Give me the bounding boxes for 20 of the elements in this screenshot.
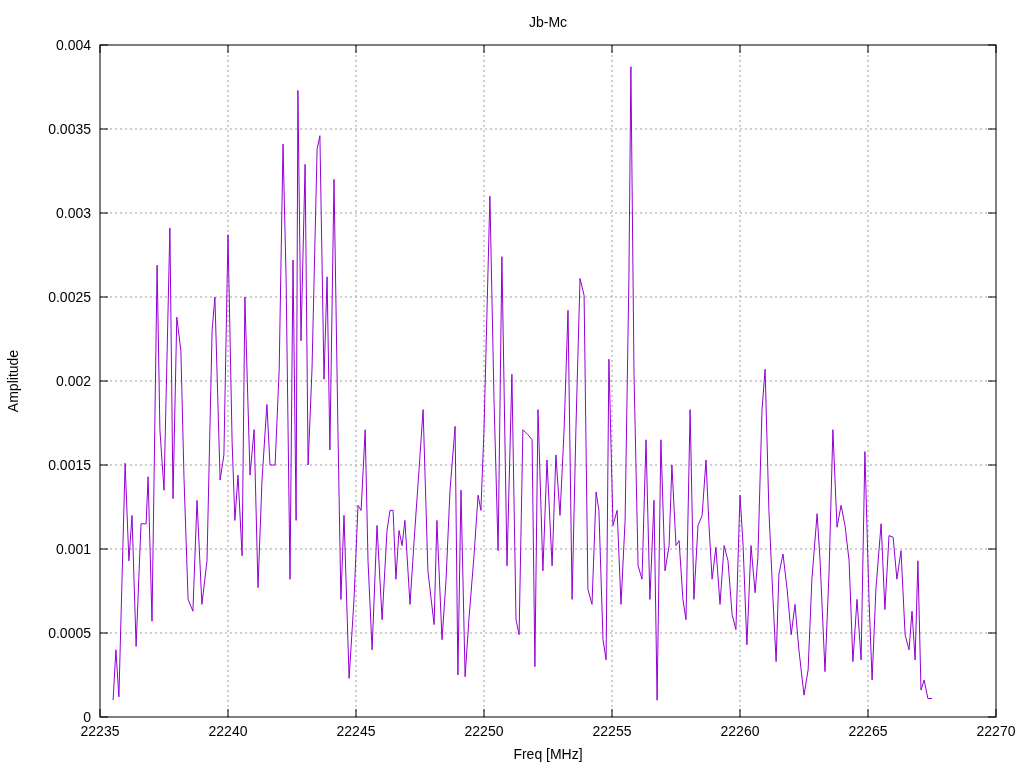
y-tick-label: 0.0025 — [48, 289, 91, 305]
x-axis-label: Freq [MHz] — [513, 746, 583, 762]
y-axis-label: Amplitude — [5, 349, 21, 413]
y-tick-label: 0.001 — [55, 541, 91, 557]
x-tick-label: 22240 — [208, 723, 248, 739]
x-tick-label: 22235 — [80, 723, 120, 739]
x-tick-label: 22245 — [336, 723, 376, 739]
y-tick-label: 0.0015 — [48, 457, 91, 473]
x-tick-label: 22265 — [848, 723, 888, 739]
y-tick-label: 0 — [83, 709, 91, 725]
y-tick-label: 0.003 — [55, 205, 91, 221]
y-tick-label: 0.0035 — [48, 121, 91, 137]
x-tick-label: 22250 — [464, 723, 504, 739]
x-tick-label: 22270 — [976, 723, 1016, 739]
chart-title: Jb-Mc — [528, 14, 568, 30]
x-tick-label: 22255 — [592, 723, 632, 739]
y-tick-label: 0.004 — [55, 37, 91, 53]
y-tick-label: 0.002 — [55, 373, 91, 389]
x-tick-label: 22260 — [720, 723, 760, 739]
y-tick-label: 0.0005 — [48, 625, 91, 641]
